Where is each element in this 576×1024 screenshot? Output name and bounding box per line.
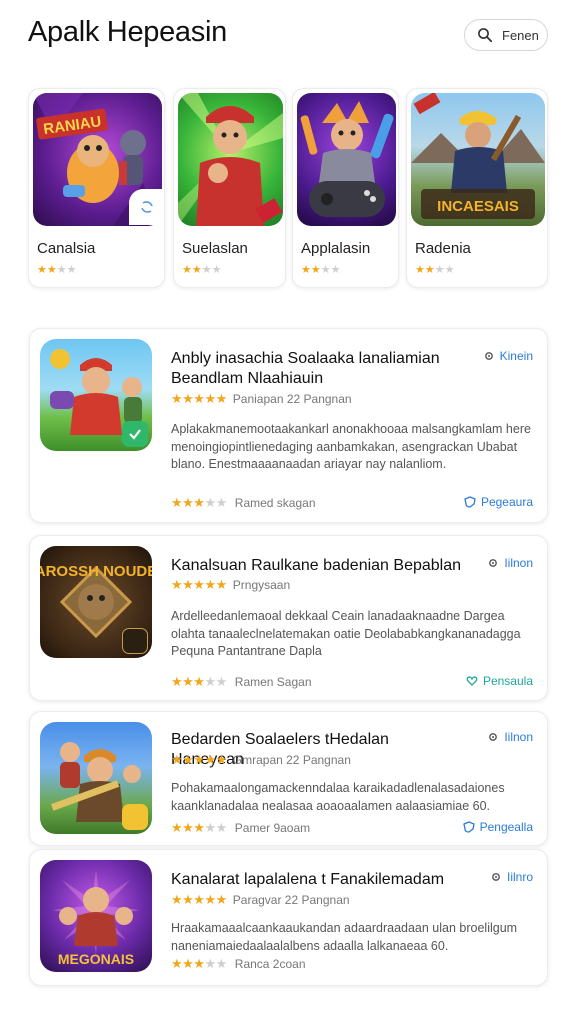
rating-text: Prngysaan (232, 578, 291, 592)
install-button[interactable]: Iilnon (487, 730, 533, 744)
bottom-label: Ramen Sagan (234, 675, 312, 689)
bottom-label: Ranca 2coan (234, 957, 306, 971)
featured-game-art-4: INCAESAIS (411, 93, 545, 226)
featured-art-text-4: INCAESAIS (437, 198, 519, 215)
search-label: Fenen (502, 27, 539, 43)
list-item[interactable]: Anbly inasachia Soalaaka lanaliamian Bea… (29, 328, 548, 523)
featured-row: RANIAU Canalsia ★★★★ Suelaslan ★★★★ Appl… (0, 88, 576, 292)
bottom-stars: ★★★★★ (171, 674, 227, 689)
featured-card-4[interactable]: INCAESAIS Radenia ★★★★ (406, 88, 548, 288)
thumb-text-2: DAROSSH NOUDER (40, 563, 152, 580)
check-badge (122, 421, 148, 447)
game-thumbnail-1 (40, 339, 152, 451)
rating-text: Paniapan 22 Pangnan (232, 392, 352, 406)
install-button[interactable]: Kinein (483, 349, 533, 363)
page-title: Apalk Hepeasin (28, 16, 227, 48)
game-title: Anbly inasachia Soalaaka lanaliamian Bea… (171, 350, 440, 387)
rating-text: Paragvar 22 Pangnan (232, 893, 350, 907)
rating-stars: ★★★★★ (171, 577, 227, 592)
rating-line: ★★★★★ Prngysaan (171, 577, 290, 593)
heart-icon (466, 676, 478, 686)
game-description: Pohakamaalongamackenndalaa karaikadadlen… (171, 781, 505, 813)
action-label: Pensaula (482, 674, 533, 688)
bottom-rating: ★★★★★ Ramed skagan (171, 495, 316, 511)
search-icon (478, 28, 493, 43)
action-button[interactable]: Pengealla (462, 820, 533, 834)
shield-icon (462, 821, 475, 833)
gear-icon (484, 352, 493, 360)
shield-icon (464, 496, 476, 508)
rating-text: Gmrapan 22 Pangnan (232, 753, 351, 767)
game-title: Kanalarat lapalalena t Fanakilemadam (171, 871, 445, 888)
game-description: Aplakakmanemootaakankarl anonakhooaa mal… (171, 422, 531, 471)
bottom-rating: ★★★★★ Pamer 9aoam (171, 820, 310, 836)
featured-stars-2: ★★★★ (182, 264, 222, 276)
rating-line: ★★★★★ Paniapan 22 Pangnan (171, 391, 352, 407)
game-description: Hraakamaaalcaankaaukandan adaardraadaan … (171, 921, 518, 953)
featured-card-1[interactable]: RANIAU Canalsia ★★★★ (28, 88, 165, 288)
bottom-rating: ★★★★★ Ramen Sagan (171, 674, 312, 690)
header: Apalk Hepeasin Fenen (0, 0, 576, 70)
check-icon (129, 429, 141, 440)
action-label: Pengealla (479, 820, 533, 834)
search-button[interactable]: Fenen (464, 19, 548, 51)
gear-icon (489, 559, 498, 567)
featured-name-4: Radenia (415, 240, 471, 257)
gear-icon (489, 733, 498, 741)
game-title: Kanalsuan Raulkane badenian Bepablan (171, 557, 462, 574)
action-button[interactable]: Pensaula (466, 674, 533, 688)
bottom-stars: ★★★★★ (171, 956, 227, 971)
install-label: Iilnon (504, 730, 533, 744)
bottom-rating: ★★★★★ Ranca 2coan (171, 956, 306, 972)
game-thumbnail-4: MEGONAIS (40, 860, 152, 972)
sync-icon (141, 201, 153, 213)
install-label: Kinein (499, 349, 533, 363)
install-button[interactable]: Iilnon (487, 556, 533, 570)
list-item[interactable]: DAROSSH NOUDER Kanalsuan Raulkane badeni… (29, 535, 548, 701)
rating-stars: ★★★★★ (171, 892, 227, 907)
list-item[interactable]: Bedarden Soalaelers tHedalan Haneyean Ii… (29, 711, 548, 846)
badge (122, 628, 148, 654)
featured-game-art-2 (178, 93, 283, 226)
game-thumbnail-2: DAROSSH NOUDER (40, 546, 152, 658)
rating-stars: ★★★★★ (171, 752, 227, 767)
bottom-label: Pamer 9aoam (234, 821, 311, 835)
action-label: Pegeaura (480, 495, 533, 509)
badge (122, 804, 148, 830)
featured-card-2[interactable]: Suelaslan ★★★★ (173, 88, 286, 288)
thumb-text-4: MEGONAIS (58, 951, 134, 967)
featured-stars-3: ★★★★ (301, 264, 341, 276)
game-thumbnail-3 (40, 722, 152, 834)
featured-name-1: Canalsia (37, 240, 96, 257)
rating-stars: ★★★★★ (171, 391, 227, 406)
rating-line: ★★★★★ Gmrapan 22 Pangnan (171, 752, 351, 768)
sync-badge[interactable] (129, 189, 164, 225)
install-button[interactable]: Iilnro (490, 870, 533, 884)
install-label: Iilnro (506, 870, 533, 884)
featured-stars-4: ★★★★ (415, 264, 455, 276)
game-description: Ardelleedanlemaoal dekkaal Ceain lanadaa… (171, 609, 521, 658)
gear-icon (492, 873, 500, 881)
install-label: Iilnon (504, 556, 533, 570)
bottom-label: Ramed skagan (234, 496, 316, 510)
action-button[interactable]: Pegeaura (464, 495, 533, 509)
featured-card-3[interactable]: Applalasin ★★★★ (292, 88, 399, 288)
featured-game-art-3 (297, 93, 396, 226)
bottom-stars: ★★★★★ (171, 495, 227, 510)
featured-name-3: Applalasin (301, 240, 371, 257)
rating-line: ★★★★★ Paragvar 22 Pangnan (171, 892, 350, 908)
list-item[interactable]: MEGONAIS Kanalarat lapalalena t Fanakile… (29, 849, 548, 986)
featured-name-2: Suelaslan (182, 240, 248, 257)
featured-stars-1: ★★★★ (37, 264, 77, 276)
bottom-stars: ★★★★★ (171, 820, 227, 835)
